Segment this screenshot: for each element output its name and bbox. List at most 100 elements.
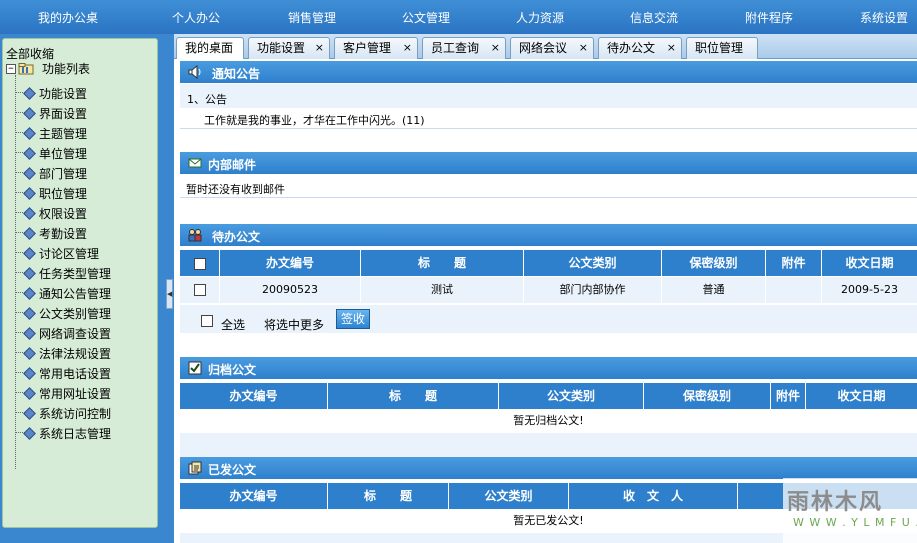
sign-button[interactable]: 签收 [336, 309, 371, 329]
tab-close-icon[interactable]: × [403, 38, 412, 58]
divider [180, 197, 917, 198]
collapse-minus-icon[interactable]: − [6, 63, 16, 74]
sidebar-item[interactable]: 常用网址设置 [23, 385, 112, 402]
nav-item-attachments[interactable]: 附件程序 [745, 9, 793, 26]
select-all-checkbox[interactable] [201, 315, 213, 327]
col-secrecy: 保密级别 [662, 250, 766, 276]
row-select-cell[interactable] [180, 277, 220, 303]
tab-close-icon[interactable]: × [667, 38, 676, 58]
sidebar-item-label: 职位管理 [39, 187, 88, 201]
row-checkbox[interactable] [193, 284, 206, 296]
tab-label: 待办公文 [607, 41, 656, 55]
tab-my-desktop[interactable]: 我的桌面 [176, 37, 244, 60]
diamond-bullet-icon [23, 287, 36, 300]
tab-employee-query[interactable]: 员工查询 × [422, 37, 506, 59]
sidebar-item[interactable]: 讨论区管理 [23, 245, 99, 262]
archived-band [180, 433, 917, 457]
collapse-arrow-icon[interactable]: ◀ [166, 279, 173, 309]
nav-item-sales[interactable]: 销售管理 [288, 9, 336, 26]
sidebar-item-label: 单位管理 [39, 147, 88, 161]
sidebar-item[interactable]: 公文类别管理 [23, 305, 111, 322]
sidebar-item[interactable]: 单位管理 [23, 145, 88, 162]
nav-item-documents[interactable]: 公文管理 [402, 9, 450, 26]
mail-title: 内部邮件 [208, 158, 257, 172]
nav-item-desk[interactable]: 我的办公桌 [38, 9, 98, 26]
col-attachment: 附件 [766, 250, 822, 276]
tab-label: 功能设置 [257, 41, 306, 55]
mail-header: 内部邮件 [180, 152, 917, 174]
tab-label: 我的桌面 [185, 41, 234, 55]
col-attachment: 附件 [771, 383, 806, 409]
tab-customer-management[interactable]: 客户管理 × [334, 37, 418, 59]
sidebar-item[interactable]: 主题管理 [23, 125, 87, 142]
sidebar-item-label: 常用电话设置 [39, 367, 112, 381]
sent-title: 已发公文 [208, 463, 257, 477]
cell-title-link[interactable]: 测试 [361, 277, 524, 303]
cell-date: 2009-5-23 [841, 283, 898, 296]
sidebar-item-label: 常用网址设置 [39, 387, 112, 401]
header-checkbox[interactable] [193, 257, 206, 270]
sidebar-item[interactable]: 权限设置 [23, 205, 87, 222]
tab-web-meeting[interactable]: 网络会议 × [510, 37, 594, 59]
sidebar-item[interactable]: 考勤设置 [23, 225, 88, 242]
cell-number: 20090523 [220, 277, 361, 303]
mail-empty-text: 暂时还没有收到邮件 [186, 183, 285, 196]
sidebar-item-label: 考勤设置 [39, 227, 88, 241]
select-all-header[interactable] [180, 250, 220, 276]
sidebar-item[interactable]: 系统日志管理 [23, 425, 112, 442]
tab-label: 客户管理 [343, 41, 392, 55]
sidebar-item-label: 系统访问控制 [39, 407, 112, 421]
col-secrecy: 保密级别 [644, 383, 771, 409]
nav-item-settings[interactable]: 系统设置 [860, 9, 908, 26]
sidebar-item-label: 通知公告管理 [39, 287, 112, 301]
nav-item-hr[interactable]: 人力资源 [516, 9, 564, 26]
cell-attachment [766, 277, 822, 303]
table-row[interactable]: 20090523 测试 部门内部协作 普通 2009-5-23 [180, 277, 917, 303]
tree-root[interactable]: − 功能列表 [6, 60, 90, 77]
cell-secrecy: 普通 [662, 277, 766, 303]
notice-index: 1、公告 [187, 93, 227, 106]
tab-close-icon[interactable]: × [491, 38, 500, 58]
col-title: 标 题 [361, 250, 524, 276]
sidebar-item[interactable]: 职位管理 [23, 185, 88, 202]
nav-item-personal[interactable]: 个人办公 [172, 9, 220, 26]
diamond-bullet-icon [23, 207, 36, 220]
sidebar-item[interactable]: 任务类型管理 [23, 265, 111, 282]
archived-empty-text: 暂无归档公文! [180, 409, 917, 433]
tab-close-icon[interactable]: × [579, 38, 588, 58]
pending-title: 待办公文 [212, 230, 261, 244]
diamond-bullet-icon [23, 247, 36, 260]
people-icon [188, 228, 202, 242]
diamond-bullet-icon [23, 127, 36, 140]
sidebar-item[interactable]: 网络调查设置 [23, 325, 111, 342]
sidebar-item-label: 系统日志管理 [39, 427, 112, 441]
sidebar-item[interactable]: 法律法规设置 [23, 345, 111, 362]
archived-table-header: 办文编号 标 题 公文类别 保密级别 附件 收文日期 [180, 383, 917, 409]
tab-close-icon[interactable]: × [315, 38, 324, 58]
sidebar-item[interactable]: 功能设置 [23, 85, 87, 102]
col-category: 公文类别 [524, 250, 662, 276]
tab-function-settings[interactable]: 功能设置 × [248, 37, 330, 59]
cell-category: 部门内部协作 [524, 277, 662, 303]
sidebar-item[interactable]: 系统访问控制 [23, 405, 112, 422]
diamond-bullet-icon [23, 147, 36, 160]
sidebar-item[interactable]: 界面设置 [23, 105, 87, 122]
diamond-bullet-icon [23, 267, 36, 280]
tab-position-management[interactable]: 职位管理 [686, 37, 758, 59]
more-label: 将选中更多 [264, 318, 325, 332]
sidebar-splitter[interactable]: ◀ [165, 34, 174, 543]
notice-header: 通知公告 [180, 61, 917, 83]
notice-item-link[interactable]: 工作就是我的事业，才华在工作中闪光。(11) [204, 112, 425, 128]
tab-label: 职位管理 [695, 41, 744, 55]
nav-item-info[interactable]: 信息交流 [630, 9, 678, 26]
sidebar-item[interactable]: 部门管理 [23, 165, 87, 182]
col-title: 标 题 [328, 483, 449, 509]
diamond-bullet-icon [23, 407, 36, 420]
sidebar-item[interactable]: 通知公告管理 [23, 285, 112, 302]
col-category: 公文类别 [499, 383, 644, 409]
col-recipient: 收 文 人 [569, 483, 738, 509]
col-title: 标 题 [328, 383, 499, 409]
sidebar-item[interactable]: 常用电话设置 [23, 365, 112, 382]
tab-pending-docs[interactable]: 待办公文 × [598, 37, 682, 59]
envelope-icon [188, 156, 202, 170]
